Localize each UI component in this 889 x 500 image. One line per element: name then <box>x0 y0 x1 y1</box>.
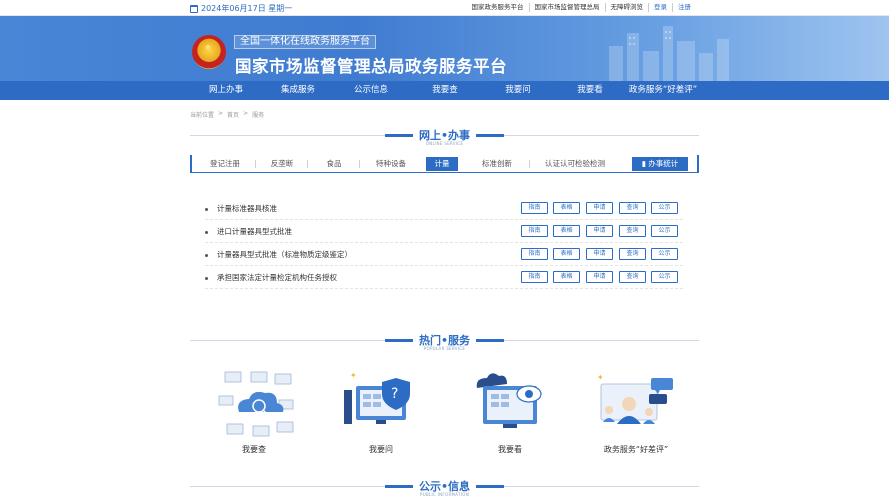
svg-text:✦: ✦ <box>350 371 357 380</box>
date-display: 2024年06月17日 星期一 <box>190 3 292 14</box>
form-button[interactable]: 表格 <box>553 225 580 237</box>
bullet-icon <box>205 254 208 257</box>
chart-icon: ▮ <box>641 159 646 168</box>
form-button[interactable]: 表格 <box>553 248 580 260</box>
tab-registration[interactable]: 登记注册 <box>194 157 256 171</box>
tab-standard-innovation[interactable]: 标准创新 <box>464 157 530 171</box>
link-national-platform[interactable]: 国家政务服务平台 <box>467 3 529 12</box>
apply-button[interactable]: 申请 <box>586 225 613 237</box>
query-button[interactable]: 查询 <box>619 248 646 260</box>
nav-public-info[interactable]: 公示信息 <box>341 81 401 100</box>
form-button[interactable]: 表格 <box>553 202 580 214</box>
nav-search[interactable]: 我要查 <box>415 81 475 100</box>
breadcrumb-label: 当前位置 <box>190 112 215 119</box>
breadcrumb-home[interactable]: 首页 <box>227 110 239 119</box>
tab-special-equipment[interactable]: 特种设备 <box>360 157 422 171</box>
link-accessibility[interactable]: 无障碍浏览 <box>604 3 649 12</box>
breadcrumb-current: 服务 <box>252 112 265 119</box>
monitor-eye-icon <box>476 373 542 428</box>
section-subtitle: ONLINE SERVICE <box>425 141 464 146</box>
date-text: 2024年06月17日 星期一 <box>201 4 293 13</box>
tab-metrology[interactable]: 计量 <box>426 157 458 171</box>
service-view[interactable]: 我要看 <box>460 370 560 460</box>
breadcrumb: 当前位置 > 首页 > 服务 <box>190 110 264 119</box>
category-tabs: 登记注册 反垄断 食品 特种设备 计量 标准创新 认证认可检验检测 ▮ 办事统计 <box>190 155 699 173</box>
cloud-search-icon <box>218 371 294 437</box>
customer-service-icon: ✦ <box>597 373 673 424</box>
main-nav: 网上办事 集成服务 公示信息 我要查 我要问 我要看 政务服务“好差评” <box>0 81 889 100</box>
stats-label: 办事统计 <box>648 159 679 168</box>
service-search[interactable]: 我要查 <box>204 370 304 460</box>
bullet-icon <box>205 277 208 280</box>
top-bar: 2024年06月17日 星期一 国家政务服务平台 国家市场监督管理总局 无障碍浏… <box>0 0 889 16</box>
section-popular-service: 热门•服务 POPULAR SERVICE <box>190 331 699 351</box>
item-title[interactable]: 计量标准器具核准 <box>217 203 277 214</box>
breadcrumb-sep: > <box>243 110 249 117</box>
service-ask[interactable]: ? ✦ 我要问 <box>331 370 431 460</box>
form-button[interactable]: 表格 <box>553 271 580 283</box>
guide-button[interactable]: 指南 <box>521 248 548 260</box>
section-subtitle: PUBLIC INFORMATION <box>420 492 469 497</box>
query-button[interactable]: 查询 <box>619 271 646 283</box>
nav-evaluation[interactable]: 政务服务“好差评” <box>622 81 704 100</box>
guide-button[interactable]: 指南 <box>521 271 548 283</box>
guide-button[interactable]: 指南 <box>521 202 548 214</box>
nav-online-service[interactable]: 网上办事 <box>196 81 256 100</box>
service-label: 我要看 <box>498 445 522 454</box>
tab-antimonopoly[interactable]: 反垄断 <box>256 157 308 171</box>
nav-ask[interactable]: 我要问 <box>488 81 548 100</box>
link-samr[interactable]: 国家市场监督管理总局 <box>528 3 605 12</box>
top-links: 国家政务服务平台 国家市场监督管理总局 无障碍浏览 登录 注册 <box>467 3 697 12</box>
guide-button[interactable]: 指南 <box>521 225 548 237</box>
bullet-icon <box>205 208 208 211</box>
apply-button[interactable]: 申请 <box>586 202 613 214</box>
query-button[interactable]: 查询 <box>619 225 646 237</box>
section-subtitle: POPULAR SERVICE <box>423 346 466 351</box>
list-item: 计量标准器具核准 指南 表格 申请 查询 公示 <box>205 199 683 220</box>
tab-certification[interactable]: 认证认可检验检测 <box>530 157 620 171</box>
header-banner: ★ 全国一体化在线政务服务平台 国家市场监督管理总局政务服务平台 <box>0 16 889 81</box>
publicity-button[interactable]: 公示 <box>651 271 678 283</box>
query-button[interactable]: 查询 <box>619 202 646 214</box>
svg-text:✦: ✦ <box>597 373 604 382</box>
stats-button[interactable]: ▮ 办事统计 <box>632 157 688 171</box>
nav-integrated-service[interactable]: 集成服务 <box>268 81 328 100</box>
breadcrumb-sep: > <box>218 110 224 117</box>
publicity-button[interactable]: 公示 <box>651 225 678 237</box>
calendar-icon <box>190 4 198 13</box>
service-label: 政务服务“好差评” <box>603 445 669 454</box>
skyline-decoration <box>609 26 729 81</box>
svg-text:?: ? <box>391 386 398 402</box>
service-evaluation[interactable]: ✦ 政务服务“好差评” <box>586 370 686 460</box>
section-public-info: 公示•信息 PUBLIC INFORMATION <box>190 477 699 497</box>
item-title[interactable]: 计量器具型式批准（标准物质定级鉴定） <box>217 249 352 260</box>
publicity-button[interactable]: 公示 <box>651 202 678 214</box>
platform-subtitle: 全国一体化在线政务服务平台 <box>234 35 376 49</box>
item-title[interactable]: 进口计量器具型式批准 <box>217 226 292 237</box>
list-item: 承担国家法定计量检定机构任务授权 指南 表格 申请 查询 公示 <box>205 268 683 289</box>
tab-food[interactable]: 食品 <box>308 157 360 171</box>
apply-button[interactable]: 申请 <box>586 271 613 283</box>
platform-title: 国家市场监督管理总局政务服务平台 <box>235 57 507 76</box>
list-item: 计量器具型式批准（标准物质定级鉴定） 指南 表格 申请 查询 公示 <box>205 245 683 266</box>
apply-button[interactable]: 申请 <box>586 248 613 260</box>
monitor-question-icon: ? ✦ <box>344 371 410 424</box>
list-item: 进口计量器具型式批准 指南 表格 申请 查询 公示 <box>205 222 683 243</box>
tabs-baseline <box>192 172 697 173</box>
service-label: 我要问 <box>369 445 393 454</box>
nav-view[interactable]: 我要看 <box>560 81 620 100</box>
link-register[interactable]: 注册 <box>672 3 696 12</box>
national-emblem-icon: ★ <box>192 35 226 69</box>
bullet-icon <box>205 231 208 234</box>
section-online-service: 网上•办事 ONLINE SERVICE <box>190 126 699 146</box>
publicity-button[interactable]: 公示 <box>651 248 678 260</box>
service-label: 我要查 <box>242 445 266 454</box>
link-login[interactable]: 登录 <box>648 3 672 12</box>
item-title[interactable]: 承担国家法定计量检定机构任务授权 <box>217 272 337 283</box>
